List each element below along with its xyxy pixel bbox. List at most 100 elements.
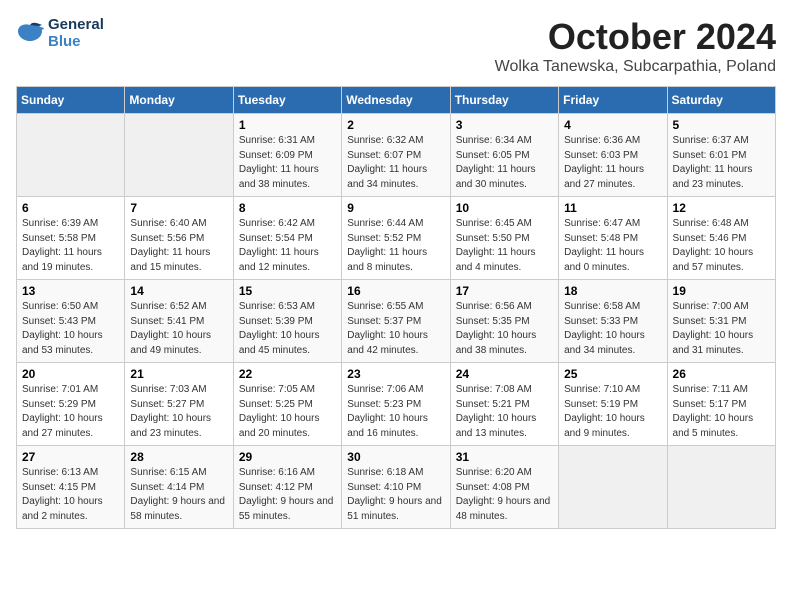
day-number: 20 xyxy=(22,367,119,381)
day-number: 26 xyxy=(673,367,770,381)
weekday-header-tuesday: Tuesday xyxy=(233,87,341,114)
calendar-cell: 27 Sunrise: 6:13 AM Sunset: 4:15 PM Dayli… xyxy=(17,446,125,529)
day-number: 18 xyxy=(564,284,661,298)
calendar-cell: 29 Sunrise: 6:16 AM Sunset: 4:12 PM Dayli… xyxy=(233,446,341,529)
day-info: Sunrise: 6:37 AM Sunset: 6:01 PM Dayligh… xyxy=(673,134,770,192)
day-number: 1 xyxy=(239,118,336,132)
weekday-header-sunday: Sunday xyxy=(17,87,125,114)
day-info: Sunrise: 6:52 AM Sunset: 5:41 PM Dayligh… xyxy=(130,300,227,358)
day-number: 11 xyxy=(564,201,661,215)
day-info: Sunrise: 6:58 AM Sunset: 5:33 PM Dayligh… xyxy=(564,300,661,358)
calendar-cell: 25 Sunrise: 7:10 AM Sunset: 5:19 PM Dayli… xyxy=(559,363,667,446)
weekday-header-saturday: Saturday xyxy=(667,87,775,114)
day-info: Sunrise: 7:10 AM Sunset: 5:19 PM Dayligh… xyxy=(564,383,661,441)
day-info: Sunrise: 6:56 AM Sunset: 5:35 PM Dayligh… xyxy=(456,300,553,358)
day-info: Sunrise: 6:32 AM Sunset: 6:07 PM Dayligh… xyxy=(347,134,444,192)
day-number: 4 xyxy=(564,118,661,132)
calendar-cell xyxy=(667,446,775,529)
page-header: General Blue October 2024 Wolka Tanewska… xyxy=(16,16,776,76)
week-row-2: 6 Sunrise: 6:39 AM Sunset: 5:58 PM Daylig… xyxy=(17,197,776,280)
day-number: 10 xyxy=(456,201,553,215)
day-info: Sunrise: 7:11 AM Sunset: 5:17 PM Dayligh… xyxy=(673,383,770,441)
day-number: 24 xyxy=(456,367,553,381)
location-subtitle: Wolka Tanewska, Subcarpathia, Poland xyxy=(495,58,776,76)
calendar-cell: 26 Sunrise: 7:11 AM Sunset: 5:17 PM Dayli… xyxy=(667,363,775,446)
day-info: Sunrise: 7:08 AM Sunset: 5:21 PM Dayligh… xyxy=(456,383,553,441)
calendar-cell: 24 Sunrise: 7:08 AM Sunset: 5:21 PM Dayli… xyxy=(450,363,558,446)
day-info: Sunrise: 7:00 AM Sunset: 5:31 PM Dayligh… xyxy=(673,300,770,358)
day-info: Sunrise: 6:36 AM Sunset: 6:03 PM Dayligh… xyxy=(564,134,661,192)
day-info: Sunrise: 7:01 AM Sunset: 5:29 PM Dayligh… xyxy=(22,383,119,441)
day-info: Sunrise: 6:16 AM Sunset: 4:12 PM Dayligh… xyxy=(239,466,336,524)
day-info: Sunrise: 6:20 AM Sunset: 4:08 PM Dayligh… xyxy=(456,466,553,524)
day-number: 13 xyxy=(22,284,119,298)
day-number: 21 xyxy=(130,367,227,381)
calendar-cell: 8 Sunrise: 6:42 AM Sunset: 5:54 PM Daylig… xyxy=(233,197,341,280)
day-info: Sunrise: 6:13 AM Sunset: 4:15 PM Dayligh… xyxy=(22,466,119,524)
week-row-4: 20 Sunrise: 7:01 AM Sunset: 5:29 PM Dayli… xyxy=(17,363,776,446)
day-number: 8 xyxy=(239,201,336,215)
calendar-header: SundayMondayTuesdayWednesdayThursdayFrid… xyxy=(17,87,776,114)
week-row-5: 27 Sunrise: 6:13 AM Sunset: 4:15 PM Dayli… xyxy=(17,446,776,529)
calendar-cell: 12 Sunrise: 6:48 AM Sunset: 5:46 PM Dayli… xyxy=(667,197,775,280)
calendar-cell: 11Sunrise: 6:47 AM Sunset: 5:48 PM Dayli… xyxy=(559,197,667,280)
calendar-cell: 13Sunrise: 6:50 AM Sunset: 5:43 PM Dayli… xyxy=(17,280,125,363)
calendar-cell xyxy=(559,446,667,529)
day-info: Sunrise: 6:39 AM Sunset: 5:58 PM Dayligh… xyxy=(22,217,119,275)
day-number: 19 xyxy=(673,284,770,298)
weekday-header-friday: Friday xyxy=(559,87,667,114)
day-number: 31 xyxy=(456,450,553,464)
day-info: Sunrise: 6:31 AM Sunset: 6:09 PM Dayligh… xyxy=(239,134,336,192)
day-number: 27 xyxy=(22,450,119,464)
day-number: 28 xyxy=(130,450,227,464)
calendar-cell: 5 Sunrise: 6:37 AM Sunset: 6:01 PM Daylig… xyxy=(667,114,775,197)
day-info: Sunrise: 6:53 AM Sunset: 5:39 PM Dayligh… xyxy=(239,300,336,358)
calendar-cell: 19 Sunrise: 7:00 AM Sunset: 5:31 PM Dayli… xyxy=(667,280,775,363)
calendar-cell: 17 Sunrise: 6:56 AM Sunset: 5:35 PM Dayli… xyxy=(450,280,558,363)
week-row-1: 1 Sunrise: 6:31 AM Sunset: 6:09 PM Daylig… xyxy=(17,114,776,197)
weekday-header-row: SundayMondayTuesdayWednesdayThursdayFrid… xyxy=(17,87,776,114)
day-number: 5 xyxy=(673,118,770,132)
day-number: 12 xyxy=(673,201,770,215)
day-info: Sunrise: 6:42 AM Sunset: 5:54 PM Dayligh… xyxy=(239,217,336,275)
calendar-cell: 16Sunrise: 6:55 AM Sunset: 5:37 PM Dayli… xyxy=(342,280,450,363)
calendar-cell: 2Sunrise: 6:32 AM Sunset: 6:07 PM Daylig… xyxy=(342,114,450,197)
day-number: 3 xyxy=(456,118,553,132)
calendar-cell xyxy=(125,114,233,197)
calendar-cell: 14 Sunrise: 6:52 AM Sunset: 5:41 PM Dayli… xyxy=(125,280,233,363)
calendar-body: 1 Sunrise: 6:31 AM Sunset: 6:09 PM Daylig… xyxy=(17,114,776,529)
calendar-cell: 31 Sunrise: 6:20 AM Sunset: 4:08 PM Dayli… xyxy=(450,446,558,529)
calendar-cell: 28 Sunrise: 6:15 AM Sunset: 4:14 PM Dayli… xyxy=(125,446,233,529)
calendar-cell: 22 Sunrise: 7:05 AM Sunset: 5:25 PM Dayli… xyxy=(233,363,341,446)
weekday-header-thursday: Thursday xyxy=(450,87,558,114)
calendar-cell: 21 Sunrise: 7:03 AM Sunset: 5:27 PM Dayli… xyxy=(125,363,233,446)
day-number: 14 xyxy=(130,284,227,298)
day-number: 22 xyxy=(239,367,336,381)
day-info: Sunrise: 6:34 AM Sunset: 6:05 PM Dayligh… xyxy=(456,134,553,192)
day-info: Sunrise: 7:05 AM Sunset: 5:25 PM Dayligh… xyxy=(239,383,336,441)
day-number: 15 xyxy=(239,284,336,298)
day-number: 25 xyxy=(564,367,661,381)
logo: General Blue xyxy=(16,16,104,50)
week-row-3: 13Sunrise: 6:50 AM Sunset: 5:43 PM Dayli… xyxy=(17,280,776,363)
day-number: 23 xyxy=(347,367,444,381)
day-info: Sunrise: 7:06 AM Sunset: 5:23 PM Dayligh… xyxy=(347,383,444,441)
calendar-cell xyxy=(17,114,125,197)
day-number: 29 xyxy=(239,450,336,464)
day-info: Sunrise: 7:03 AM Sunset: 5:27 PM Dayligh… xyxy=(130,383,227,441)
calendar-cell: 9Sunrise: 6:44 AM Sunset: 5:52 PM Daylig… xyxy=(342,197,450,280)
day-info: Sunrise: 6:48 AM Sunset: 5:46 PM Dayligh… xyxy=(673,217,770,275)
weekday-header-monday: Monday xyxy=(125,87,233,114)
day-number: 17 xyxy=(456,284,553,298)
weekday-header-wednesday: Wednesday xyxy=(342,87,450,114)
calendar-cell: 10Sunrise: 6:45 AM Sunset: 5:50 PM Dayli… xyxy=(450,197,558,280)
title-block: October 2024 Wolka Tanewska, Subcarpathi… xyxy=(495,16,776,76)
day-number: 6 xyxy=(22,201,119,215)
day-info: Sunrise: 6:44 AM Sunset: 5:52 PM Dayligh… xyxy=(347,217,444,275)
calendar-cell: 23 Sunrise: 7:06 AM Sunset: 5:23 PM Dayli… xyxy=(342,363,450,446)
day-info: Sunrise: 6:15 AM Sunset: 4:14 PM Dayligh… xyxy=(130,466,227,524)
day-info: Sunrise: 6:40 AM Sunset: 5:56 PM Dayligh… xyxy=(130,217,227,275)
calendar-cell: 18 Sunrise: 6:58 AM Sunset: 5:33 PM Dayli… xyxy=(559,280,667,363)
calendar-cell: 15 Sunrise: 6:53 AM Sunset: 5:39 PM Dayli… xyxy=(233,280,341,363)
calendar-table: SundayMondayTuesdayWednesdayThursdayFrid… xyxy=(16,86,776,529)
